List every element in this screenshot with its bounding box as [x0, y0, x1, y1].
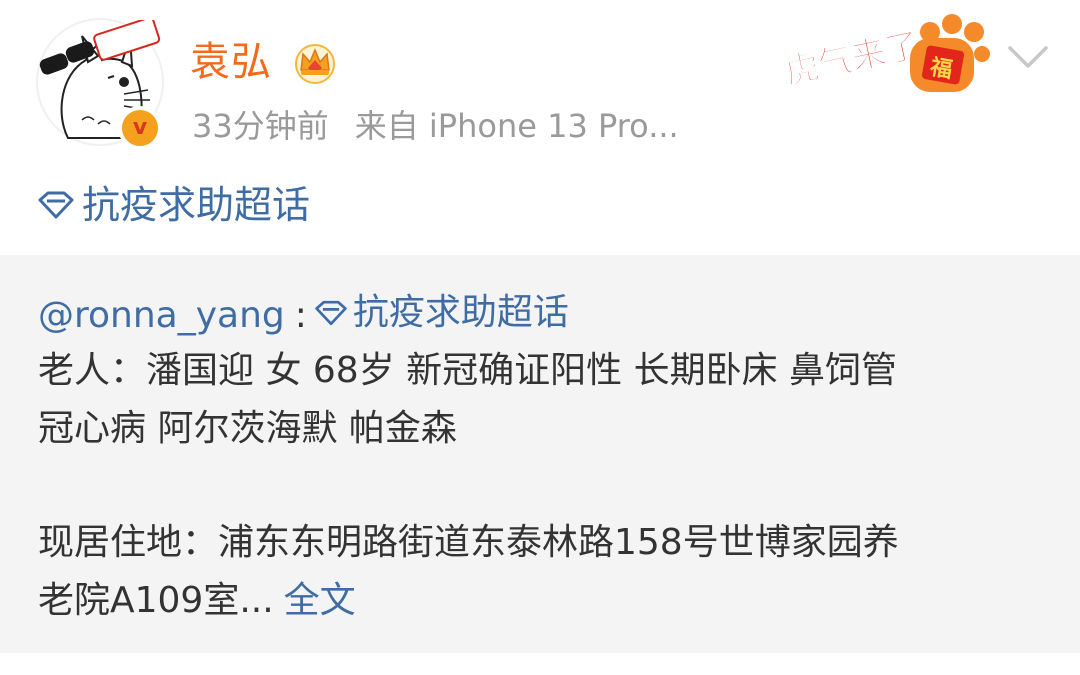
post-timestamp: 33分钟前 — [192, 107, 329, 145]
repost-header-line: @ronna_yang: 抗疫求助超话 — [38, 285, 569, 344]
repost-topic-label: 抗疫求助超话 — [352, 292, 569, 333]
diamond-icon — [315, 300, 347, 326]
repost-text-line-2: 冠心病 阿尔茨海默 帕金森 — [38, 408, 457, 449]
chevron-down-icon[interactable] — [1004, 38, 1052, 78]
topic-label: 抗疫求助超话 — [82, 183, 311, 227]
repost-text-line-4: 老院A109室... 全文 — [38, 573, 356, 629]
bottom-divider — [0, 653, 1080, 675]
expand-full-text-link[interactable]: 全文 — [284, 580, 356, 621]
post-meta: 33分钟前 来自 iPhone 13 Pro... — [192, 104, 679, 148]
mention-link[interactable]: @ronna_yang — [38, 295, 285, 336]
repost-topic-link[interactable]: 抗疫求助超话 — [313, 285, 569, 341]
author-name[interactable]: 袁弘 — [190, 36, 272, 88]
repost-text-line-3: 现居住地：浦东东明路街道东泰林路158号世博家园养 — [38, 522, 899, 563]
post-header: v 袁弘 33分钟前 来自 iPhone 13 Pro... 虎气来了 福 抗疫… — [0, 0, 1080, 255]
verified-badge-icon: v — [118, 106, 162, 150]
sticker-badge-text: 福 — [927, 55, 954, 84]
weibo-post-screen: v 袁弘 33分钟前 来自 iPhone 13 Pro... 虎气来了 福 抗疫… — [0, 0, 1080, 675]
repost-card[interactable]: @ronna_yang: 抗疫求助超话 老人：潘国迎 女 68岁 新冠确证阳性 长… — [0, 255, 1080, 653]
repost-text-line-1: 老人：潘国迎 女 68岁 新冠确证阳性 长期卧床 鼻饲管 — [38, 350, 898, 391]
crown-icon[interactable] — [292, 40, 338, 84]
diamond-icon — [38, 191, 74, 219]
tiger-year-sticker[interactable]: 虎气来了 福 — [782, 14, 990, 96]
post-source[interactable]: 来自 iPhone 13 Pro... — [355, 107, 679, 145]
topic-link[interactable]: 抗疫求助超话 — [36, 180, 310, 230]
repost-truncated-text: 老院A109室... — [38, 580, 274, 621]
sticker-text: 虎气来了 — [782, 25, 923, 92]
repost-colon: : — [294, 295, 307, 336]
